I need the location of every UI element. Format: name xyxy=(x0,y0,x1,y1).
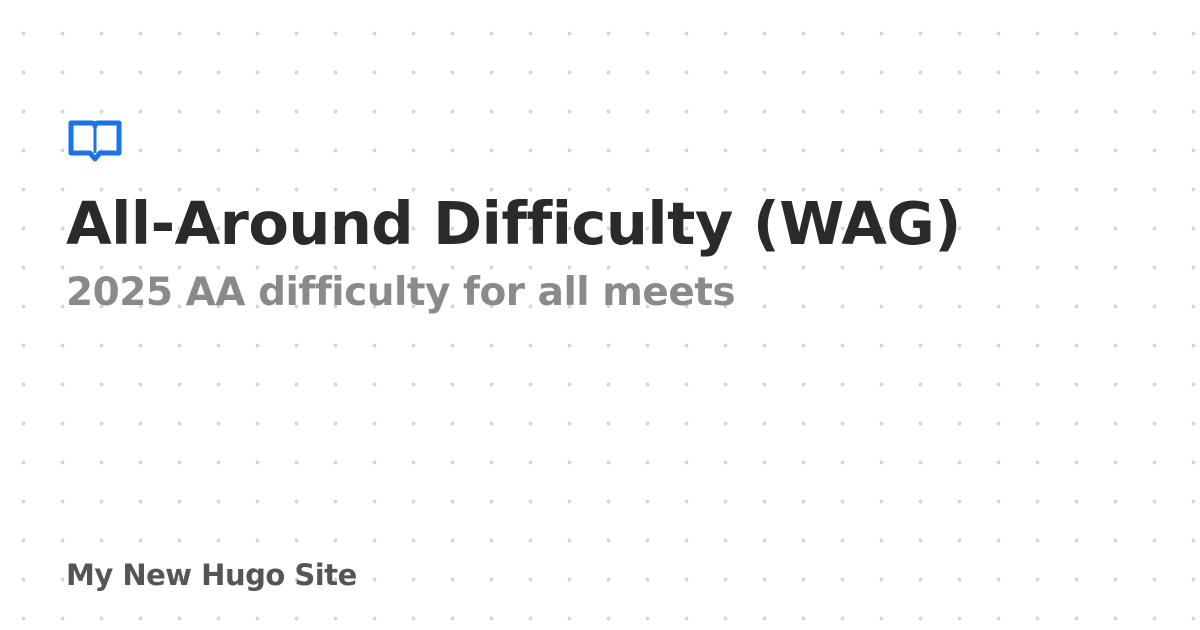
site-name: My New Hugo Site xyxy=(66,558,357,592)
page-title: All-Around Difficulty (WAG) xyxy=(66,189,961,258)
page-subtitle: 2025 AA difficulty for all meets xyxy=(66,270,736,315)
book-icon xyxy=(68,120,122,162)
